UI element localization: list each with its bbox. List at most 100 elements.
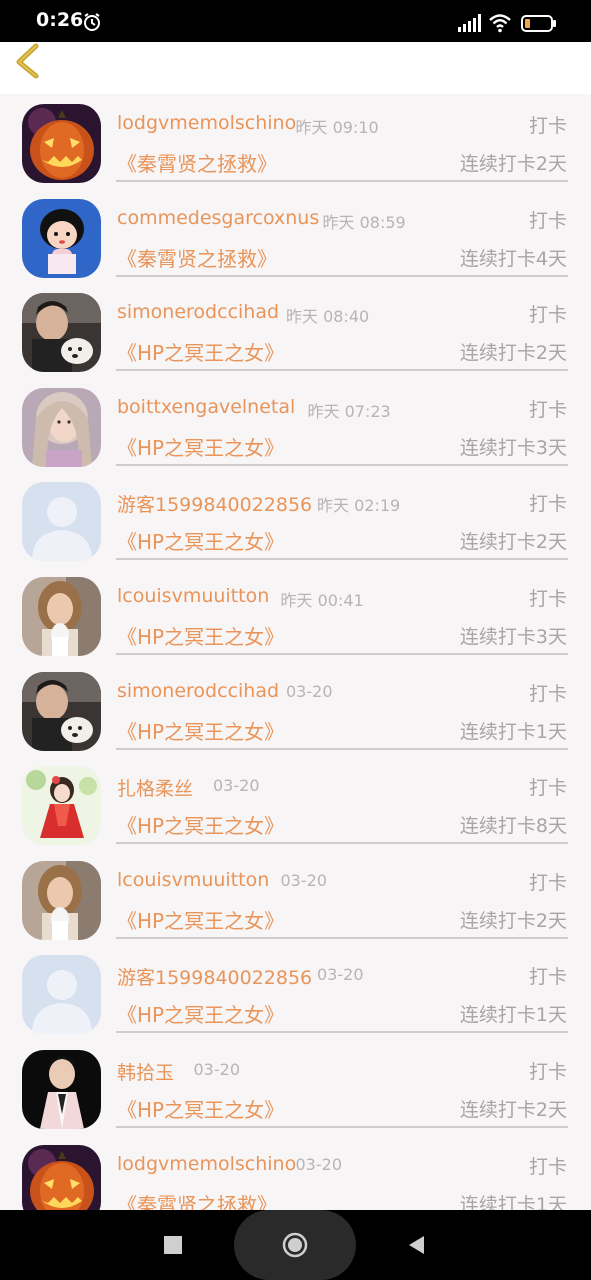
username[interactable]: simonerodccihad [117,301,279,323]
timestamp: 03-20 [193,1060,241,1079]
wifi-icon [489,14,511,33]
checkin-label: 打卡 [528,871,567,894]
recent-apps-icon[interactable] [164,1236,182,1254]
book-title[interactable]: 《HP之冥王之女》 [117,432,284,461]
username[interactable]: lcouisvmuuitton [117,585,269,607]
divider [116,369,568,372]
avatar[interactable] [22,1050,101,1129]
username[interactable]: simonerodccihad [117,680,279,702]
checkin-label: 打卡 [528,966,567,989]
checkin-label: 打卡 [528,777,567,800]
timestamp: 昨天 08:40 [286,307,370,327]
divider [116,1126,568,1128]
book-title[interactable]: 《HP之冥王之女》 [117,999,284,1028]
list-item[interactable]: commedesgarcoxnus 昨天 08:59 打卡《秦霄贤之拯救》 连续打卡4… [0,189,591,284]
timestamp: 03-20 [280,870,328,890]
home-icon [282,1232,308,1258]
timestamp: 昨天 00:41 [280,591,364,610]
username[interactable]: boittxengavelnetal [117,396,295,418]
alarm-icon [84,13,100,31]
battery-icon [521,15,556,32]
username[interactable]: lcouisvmuuitton [117,869,269,891]
timestamp: 昨天 08:59 [322,212,406,232]
list-item[interactable]: lcouisvmuuitton 昨天 00:41 打卡《HP之冥王之女》 连续打卡3天 [0,567,591,662]
list-item[interactable]: lcouisvmuuitton 03-20 打卡《HP之冥王之女》 连续打卡2天 [0,851,591,946]
book-title[interactable]: 《秦霄贤之拯救》 [117,1189,277,1210]
username[interactable]: lodgvmemolschino [117,1153,296,1175]
list-item[interactable]: simonerodccihad 03-20 打卡 《HP之冥王之女》 连续打卡1天 [0,662,591,757]
divider [116,180,568,182]
signal-icon [458,14,481,32]
streak-count: 连续打卡8天 [459,815,567,838]
checkin-label: 打卡 [528,304,567,327]
home-button[interactable] [234,1210,356,1280]
streak-count: 连续打卡2天 [459,531,567,554]
book-title[interactable]: 《HP之冥王之女》 [117,716,284,745]
timestamp: 03-20 [317,965,364,985]
list-item[interactable]: 韩拾玉 03-20 打卡《HP之冥王之女》 连续打卡2天 [0,1040,591,1135]
avatar[interactable] [22,671,101,751]
divider [116,463,568,466]
list-item[interactable]: lodgvmemolschino 03-20 打卡 《秦霄贤之拯救》 连续打卡1天 [0,1135,591,1210]
timestamp: 昨天 02:19 [317,496,401,516]
timestamp: 昨天 09:10 [295,118,379,137]
username[interactable]: 扎格柔丝 [117,774,193,801]
avatar[interactable] [22,104,101,183]
streak-count: 连续打卡2天 [459,153,567,175]
avatar[interactable] [22,955,101,1035]
avatar[interactable] [22,482,101,562]
list-item[interactable]: 游客1599840022856 昨天 02:19 打卡 《HP之冥王之女》 连续打卡2天 [0,472,591,567]
book-title[interactable]: 《HP之冥王之女》 [117,1094,284,1123]
streak-count: 连续打卡1天 [459,1193,567,1210]
book-title[interactable]: 《秦霄贤之拯救》 [117,148,277,177]
timestamp: 昨天 07:23 [307,401,391,421]
status-bar: 0:26 [0,0,591,42]
streak-count: 连续打卡2天 [459,909,567,932]
list-item[interactable]: boittxengavelnetal 昨天 07:23 打卡 《HP之冥王之女》 连续打… [0,378,591,473]
list-item[interactable]: lodgvmemolschino 昨天 09:10 打卡《秦霄贤之拯救》 连续打卡2天 [0,94,591,189]
streak-count: 连续打卡1天 [459,720,567,743]
navigation-bar [0,1210,591,1280]
book-title[interactable]: 《HP之冥王之女》 [117,905,284,934]
avatar[interactable] [22,1144,101,1210]
avatar[interactable] [22,387,101,467]
divider [116,274,568,277]
streak-count: 连续打卡2天 [459,1099,567,1121]
divider [116,936,568,939]
status-time: 0:26 [36,9,84,31]
username[interactable]: 游客1599840022856 [117,490,312,517]
book-title[interactable]: 《HP之冥王之女》 [117,621,284,650]
divider [116,1031,568,1034]
streak-count: 连续打卡3天 [459,436,567,459]
list-item[interactable]: 游客1599840022856 03-20 打卡 《HP之冥王之女》 连续打卡1天 [0,945,591,1040]
book-title[interactable]: 《HP之冥王之女》 [117,337,284,366]
streak-count: 连续打卡4天 [459,247,567,270]
avatar[interactable] [22,577,101,656]
divider [116,842,568,845]
header-bar [0,42,591,94]
username[interactable]: 韩拾玉 [117,1058,174,1085]
username[interactable]: commedesgarcoxnus [117,207,319,229]
checkin-label: 打卡 [528,115,567,137]
timestamp: 03-20 [295,1154,343,1174]
checkin-label: 打卡 [528,209,567,232]
username[interactable]: lodgvmemolschino [117,112,296,134]
checkin-label: 打卡 [528,588,567,610]
divider [116,653,568,655]
checkin-list: lodgvmemolschino 昨天 09:10 打卡 《秦霄贤之拯救》 连续打卡2天… [0,94,591,1210]
book-title[interactable]: 《HP之冥王之女》 [117,526,284,555]
checkin-label: 打卡 [528,1061,567,1083]
chevron-left-icon[interactable] [10,42,48,82]
list-item[interactable]: simonerodccihad 昨天 08:40 打卡《HP之冥王之女》 连续打卡2天 [0,283,591,378]
book-title[interactable]: 《秦霄贤之拯救》 [117,243,277,272]
avatar[interactable] [22,860,101,940]
back-triangle-icon[interactable] [406,1234,428,1256]
list-item[interactable]: 扎格柔丝 03-20 打卡 《HP之冥王之女》 连续打卡8天 [0,756,591,851]
avatar[interactable] [22,766,101,846]
avatar[interactable] [22,293,101,373]
avatar[interactable] [22,198,101,278]
streak-count: 连续打卡3天 [459,626,567,648]
streak-count: 连续打卡2天 [459,342,567,365]
username[interactable]: 游客1599840022856 [117,963,312,990]
book-title[interactable]: 《HP之冥王之女》 [117,810,284,839]
